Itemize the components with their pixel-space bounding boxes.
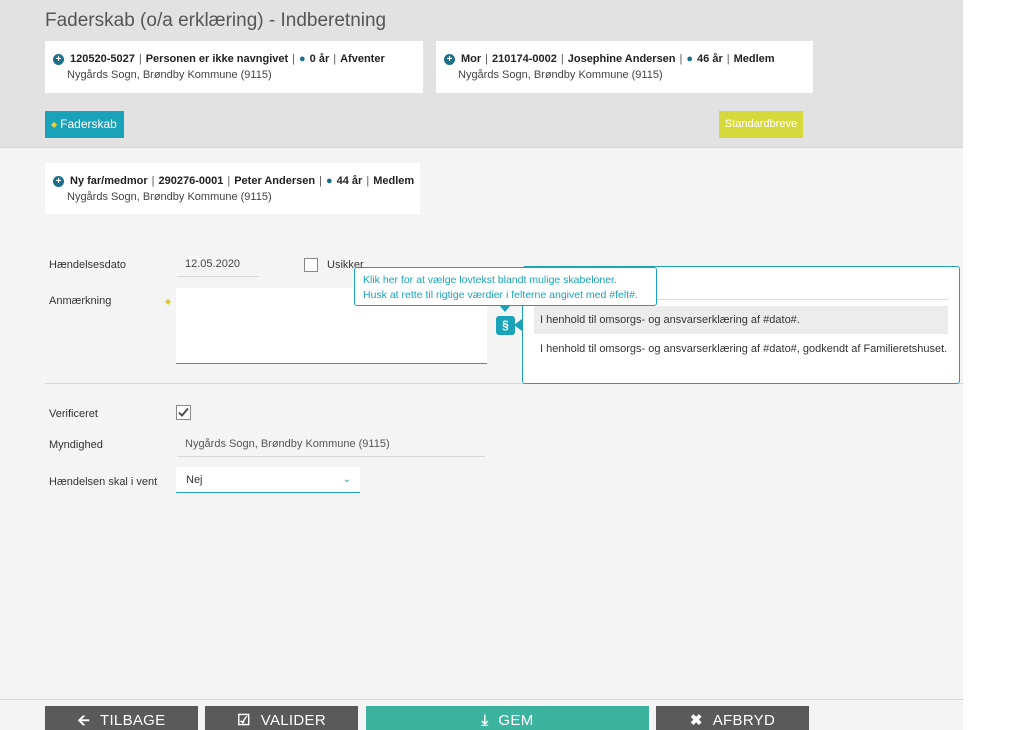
download-icon: ⤓ (481, 712, 489, 729)
chevron-down-icon: ⌄ (342, 474, 351, 485)
cancel-button[interactable]: ✖ AFBRYD (656, 706, 809, 730)
verificeret-checkbox[interactable] (176, 405, 191, 420)
mother-id: 210174-0002 (492, 53, 557, 65)
haendelsesdato-label: Hændelsesdato (49, 259, 127, 271)
father-location: Nygårds Sogn, Brøndby Kommune (9115) (67, 191, 272, 203)
footer-divider (0, 699, 963, 700)
diamond-icon: ◆ (51, 120, 58, 129)
usikker-checkbox[interactable] (304, 258, 318, 272)
close-icon: ✖ (689, 712, 703, 729)
tooltip-line-2: Husk at rette til rigtige værdier i felt… (363, 289, 638, 301)
father-name: Peter Andersen (234, 175, 316, 187)
check-box-icon: ☑ (237, 712, 251, 729)
vent-label: Hændelsen skal i vent (49, 476, 158, 488)
tooltip-line-1: Klik her for at vælge lovtekst blandt mu… (363, 274, 617, 286)
father-card[interactable]: + Ny far/medmor | 290276-0001 | Peter An… (45, 163, 420, 214)
expand-icon[interactable]: + (444, 53, 455, 65)
vent-select[interactable]: Nej ⌄ (176, 467, 360, 493)
required-diamond-icon: ◆ (165, 297, 172, 306)
template-option-1[interactable]: I henhold til omsorgs- og ansvarserklæri… (534, 306, 948, 334)
mother-card[interactable]: + Mor | 210174-0002 | Josephine Andersen… (436, 41, 813, 93)
child-age: 0 år (309, 53, 330, 65)
standardbreve-button[interactable]: Standardbreve (719, 111, 803, 138)
app-window: Faderskab (o/a erklæring) - Indberetning… (0, 0, 963, 730)
expand-icon[interactable]: + (53, 175, 64, 187)
child-location: Nygårds Sogn, Brøndby Kommune (9115) (67, 69, 272, 81)
person-icon: ● (299, 53, 306, 65)
father-status: Medlem (373, 175, 415, 187)
father-role: Ny far/medmor (70, 175, 148, 187)
child-id: 120520-5027 (70, 53, 135, 65)
anmaerkning-label: Anmærkning (49, 295, 112, 307)
myndighed-field: Nygårds Sogn, Brøndby Kommune (9115) (177, 434, 485, 457)
template-tooltip: Klik her for at vælge lovtekst blandt mu… (354, 267, 657, 312)
child-name: Personen er ikke navngivet (145, 53, 289, 65)
mother-name: Josephine Andersen (567, 53, 676, 65)
popup-pointer (514, 319, 522, 331)
haendelsesdato-input[interactable]: 12.05.2020 (177, 252, 259, 277)
validate-button[interactable]: ☑ VALIDER (205, 706, 358, 730)
person-icon: ● (325, 175, 333, 187)
template-option-2[interactable]: I henhold til omsorgs- og ansvarserklæri… (534, 335, 948, 363)
mother-role: Mor (461, 53, 482, 65)
vent-select-value: Nej (186, 474, 203, 486)
father-id: 290276-0001 (158, 175, 224, 187)
person-icon: ● (686, 53, 694, 65)
expand-icon[interactable]: + (53, 53, 64, 65)
child-status: Afventer (340, 53, 385, 65)
save-button[interactable]: ⤓ GEM (366, 706, 649, 730)
child-card[interactable]: + 120520-5027 | Personen er ikke navngiv… (45, 41, 423, 93)
paragraph-template-icon[interactable]: § (496, 316, 515, 335)
mother-status: Medlem (733, 53, 775, 65)
page-title: Faderskab (o/a erklæring) - Indberetning (45, 10, 387, 31)
verificeret-label: Verificeret (49, 408, 98, 420)
header: Faderskab (o/a erklæring) - Indberetning… (0, 0, 963, 148)
mother-location: Nygårds Sogn, Brøndby Kommune (9115) (458, 69, 663, 81)
faderskab-tag[interactable]: ◆ Faderskab (45, 111, 124, 138)
mother-age: 46 år (697, 53, 723, 65)
myndighed-label: Myndighed (49, 439, 103, 451)
back-button[interactable]: 🡨 TILBAGE (45, 706, 198, 730)
checkmark-icon (178, 407, 189, 417)
father-age: 44 år (336, 175, 363, 187)
arrow-left-icon: 🡨 (77, 712, 90, 729)
